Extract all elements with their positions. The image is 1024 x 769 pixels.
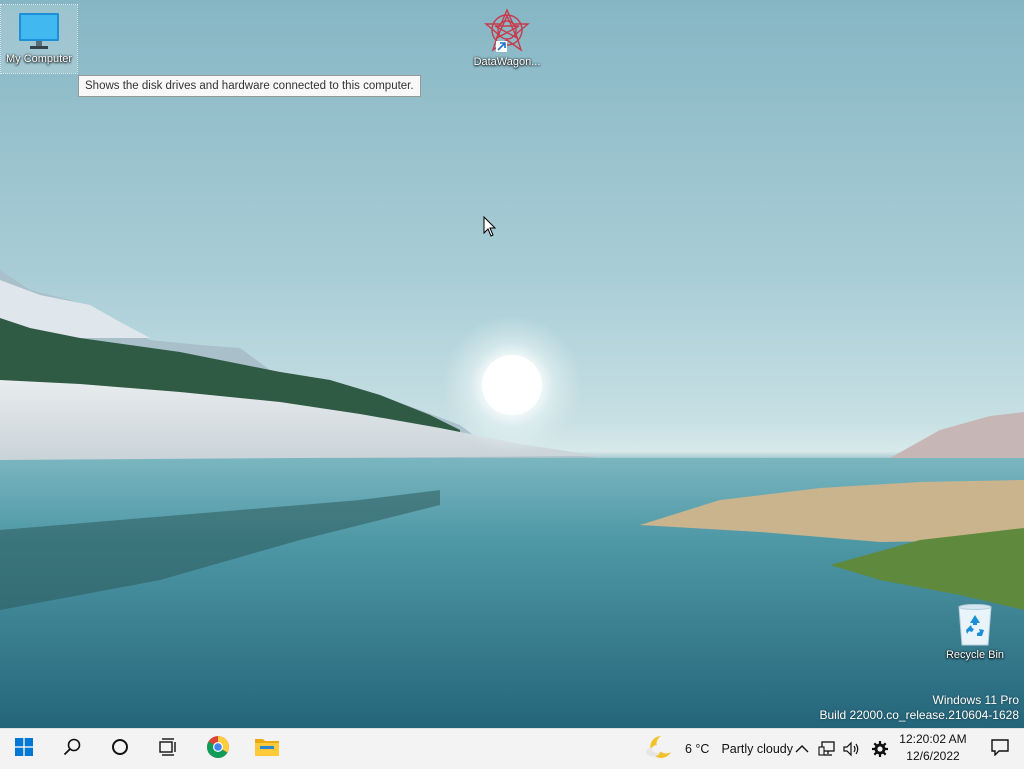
desktop-icon-label: Recycle Bin bbox=[945, 649, 1005, 661]
notification-button[interactable] bbox=[976, 729, 1024, 769]
network-icon[interactable] bbox=[817, 741, 837, 757]
watermark-build: Build 22000.co_release.210604-1628 bbox=[819, 708, 1020, 722]
weather-condition: Partly cloudy bbox=[721, 742, 794, 756]
datawagon-app-icon bbox=[483, 8, 531, 54]
clock-time: 12:20:02 AM bbox=[899, 732, 967, 746]
clock[interactable]: 12:20:02 AM 12/6/2022 bbox=[896, 731, 970, 765]
folder-icon bbox=[254, 736, 280, 763]
wallpaper bbox=[0, 270, 1024, 728]
clock-date: 12/6/2022 bbox=[906, 749, 960, 763]
chrome-icon bbox=[206, 735, 230, 764]
chrome-button[interactable] bbox=[194, 729, 242, 769]
desktop-icon-label: DataWagon... bbox=[473, 56, 541, 68]
watermark-edition: Windows 11 Pro bbox=[932, 693, 1019, 707]
tooltip: Shows the disk drives and hardware conne… bbox=[78, 75, 421, 97]
taskbar: 6 °C Partly cloudy 12:20:02 AM 12/6/2022 bbox=[0, 728, 1024, 769]
desktop-icon-label: My Computer bbox=[5, 53, 73, 65]
desktop-icon-recycle-bin[interactable]: Recycle Bin bbox=[937, 603, 1013, 661]
system-tray bbox=[793, 729, 891, 769]
task-view-icon bbox=[158, 737, 178, 761]
windows-watermark: Windows 11 Pro Build 22000.co_release.21… bbox=[820, 693, 1020, 723]
volume-icon[interactable] bbox=[841, 741, 863, 757]
weather-widget[interactable]: 6 °C Partly cloudy bbox=[645, 729, 793, 769]
cortana-button[interactable] bbox=[96, 729, 144, 769]
monitor-icon bbox=[17, 11, 61, 51]
recycle-bin-icon bbox=[955, 603, 995, 647]
mouse-cursor-icon bbox=[483, 216, 497, 237]
gear-icon[interactable] bbox=[869, 740, 891, 758]
start-button[interactable] bbox=[0, 729, 48, 769]
task-view-button[interactable] bbox=[144, 729, 192, 769]
weather-temperature: 6 °C bbox=[685, 742, 710, 756]
desktop[interactable]: My Computer DataWagon... Recycle Bin Sho… bbox=[0, 0, 1024, 728]
file-explorer-button[interactable] bbox=[243, 729, 291, 769]
notification-icon bbox=[991, 738, 1009, 761]
search-icon bbox=[63, 738, 81, 761]
windows-logo-icon bbox=[15, 737, 33, 761]
search-button[interactable] bbox=[48, 729, 96, 769]
chevron-up-icon[interactable] bbox=[793, 744, 811, 754]
circle-icon bbox=[111, 738, 129, 761]
moon-cloud-icon bbox=[645, 734, 673, 765]
desktop-icon-my-computer[interactable]: My Computer bbox=[0, 4, 78, 74]
desktop-icon-datawagon[interactable]: DataWagon... bbox=[469, 8, 545, 68]
